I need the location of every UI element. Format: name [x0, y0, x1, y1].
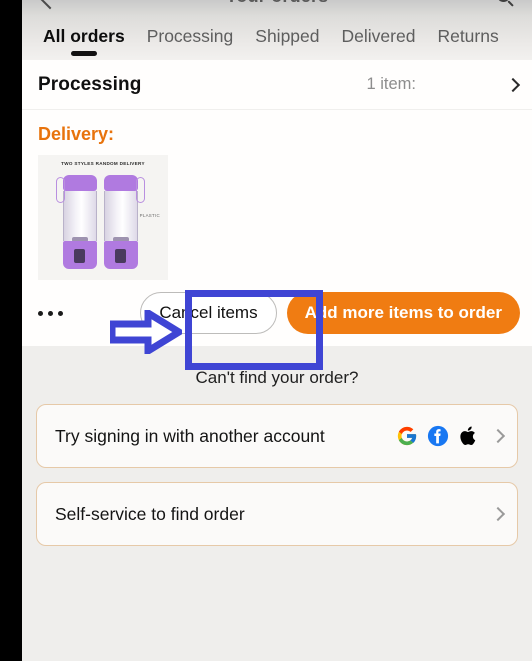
blender-body [104, 191, 138, 241]
delivery-label: Delivery: [38, 124, 115, 144]
order-tabs: All orders Processing Shipped Delivered … [22, 16, 532, 60]
product-blender-right [104, 175, 145, 269]
help-card-another-account-label: Try signing in with another account [55, 425, 325, 446]
tab-all-orders-label: All orders [43, 26, 125, 46]
help-card-self-service-label: Self-service to find order [55, 503, 245, 524]
apple-icon[interactable] [458, 425, 479, 447]
blender-lid [63, 175, 97, 191]
overflow-dot [38, 310, 43, 316]
add-more-items-button[interactable]: Add more items to order [286, 292, 520, 334]
order-header[interactable]: Processing 1 item: [22, 60, 532, 110]
top-bar: Your orders [22, 0, 532, 16]
chevron-right-icon[interactable] [490, 506, 506, 522]
help-section-title: Can't find your order? [195, 368, 359, 387]
tab-all-orders[interactable]: All orders [32, 22, 136, 56]
search-icon[interactable] [497, 0, 516, 8]
page-title: Your orders [22, 0, 532, 7]
product-row: TWO STYLES RANDOM DELIVERY PLASTIC [22, 155, 532, 280]
app-viewport: Your orders All orders Processing Shippe… [22, 0, 532, 661]
tab-processing[interactable]: Processing [136, 22, 245, 48]
help-card-self-service[interactable]: Self-service to find order [36, 482, 518, 546]
tab-active-indicator [70, 51, 97, 56]
tab-processing-label: Processing [146, 26, 234, 46]
order-status-label: Processing [38, 73, 142, 95]
tab-delivered[interactable]: Delivered [331, 22, 427, 48]
device-edge-bar [0, 0, 22, 661]
overflow-dot [58, 310, 63, 316]
help-section: Can't find your order? Try signing in wi… [22, 346, 532, 661]
blender-body [63, 191, 97, 241]
order-action-row: Cancel items Add more items to order [22, 280, 532, 346]
product-banner-text: TWO STYLES RANDOM DELIVERY [61, 161, 145, 166]
tab-returns-label: Returns [437, 26, 499, 46]
social-icons-group [396, 425, 479, 447]
google-icon[interactable] [396, 425, 418, 447]
product-material-text: PLASTIC [139, 213, 160, 218]
cancel-items-button[interactable]: Cancel items [140, 292, 277, 334]
blender-strap-icon [56, 177, 65, 203]
blender-strap-icon [136, 177, 145, 203]
search-icon-handle [507, 0, 514, 7]
product-blender-left [56, 175, 97, 269]
blender-base [63, 241, 97, 269]
order-card: Processing 1 item: Delivery: TWO STYLES … [22, 60, 532, 346]
tab-shipped[interactable]: Shipped [244, 22, 330, 48]
app-screen: Your orders All orders Processing Shippe… [0, 0, 532, 661]
facebook-icon[interactable] [427, 425, 449, 447]
tab-delivered-label: Delivered [341, 26, 416, 46]
chevron-right-icon[interactable] [505, 77, 521, 92]
order-items-redacted [418, 76, 504, 93]
order-summary-group: 1 item: [366, 75, 521, 94]
chevron-right-icon[interactable] [490, 428, 506, 444]
overflow-menu-icon[interactable] [38, 310, 63, 316]
help-card-another-account[interactable]: Try signing in with another account [36, 404, 518, 468]
order-items-count: 1 item: [366, 75, 416, 93]
overflow-dot [48, 310, 53, 316]
tab-shipped-label: Shipped [255, 26, 320, 46]
blender-base [104, 241, 138, 269]
tab-returns[interactable]: Returns [426, 22, 509, 48]
product-thumbnail[interactable]: TWO STYLES RANDOM DELIVERY PLASTIC [38, 155, 168, 280]
blender-lid [104, 175, 138, 191]
